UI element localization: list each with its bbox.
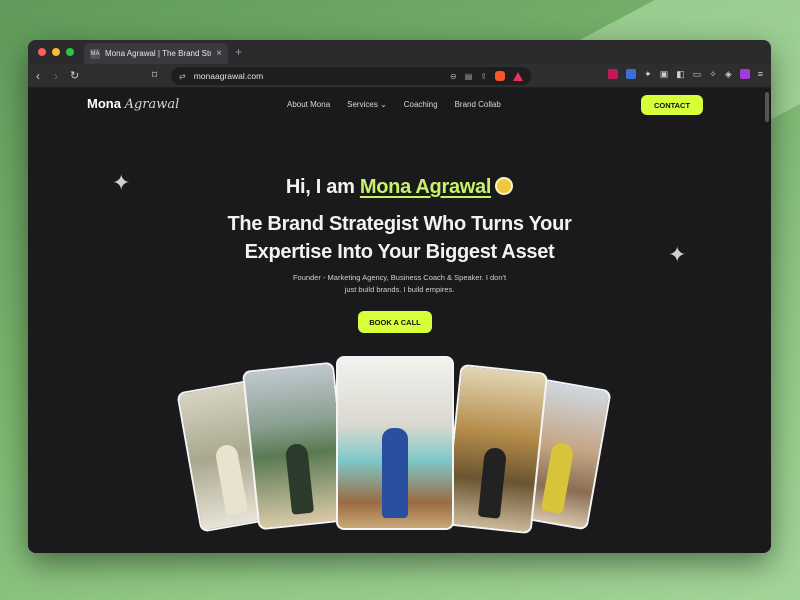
extension-icon-4[interactable] <box>739 69 750 79</box>
gallery-photo-4[interactable] <box>443 363 549 535</box>
nav-about-mona[interactable]: About Mona <box>287 100 330 109</box>
zoom-icon[interactable]: ⊖ <box>450 72 457 81</box>
browser-window: MA Mona Agrawal | The Brand Strategist ×… <box>28 40 771 553</box>
person-figure <box>214 443 249 517</box>
close-window-button[interactable] <box>38 48 46 56</box>
hero-greeting: Hi, I am Mona Agrawal <box>28 176 771 199</box>
contact-button[interactable]: CONTACT <box>641 95 703 115</box>
site-info-icon[interactable]: ⇄ <box>179 72 186 81</box>
back-button[interactable]: ‹ <box>36 68 40 84</box>
forward-button[interactable]: › <box>54 68 58 84</box>
book-a-call-button[interactable]: BOOK A CALL <box>358 311 432 333</box>
headline-line-2: Expertise Into Your Biggest Asset <box>244 241 555 263</box>
tab-title: Mona Agrawal | The Brand Strategist <box>105 49 211 58</box>
gallery-photo-2[interactable] <box>241 361 351 531</box>
person-figure <box>382 428 408 518</box>
brave-shields-icon[interactable] <box>495 71 505 81</box>
nav-brand-collab[interactable]: Brand Collab <box>455 100 501 109</box>
brave-rewards-icon[interactable] <box>513 71 523 81</box>
logo-second-word: Agrawal <box>124 97 180 112</box>
site-nav: About Mona Services ⌄ Coaching Brand Col… <box>287 100 501 109</box>
wave-emoji-icon <box>495 177 514 195</box>
active-tab[interactable]: MA Mona Agrawal | The Brand Strategist × <box>84 43 228 64</box>
extensions-row: ✦ ▣ ◧ ▭ ✧ ◈ ≡ <box>608 69 763 79</box>
extensions-puzzle-icon[interactable]: ✦ <box>644 69 652 79</box>
hero-headline: The Brand Strategist Who Turns Your Expe… <box>28 210 771 266</box>
page-scrollbar[interactable] <box>765 92 769 122</box>
maximize-window-button[interactable] <box>66 48 74 56</box>
subtitle-line-1: Founder - Marketing Agency, Business Coa… <box>292 273 507 282</box>
gallery-photo-3[interactable] <box>336 356 454 530</box>
menu-icon[interactable]: ≡ <box>758 69 763 79</box>
hero-subtitle: Founder - Marketing Agency, Business Coa… <box>273 272 526 296</box>
bookmark-icon[interactable]: ⌑ <box>152 68 157 84</box>
extension-icon-1[interactable] <box>608 69 619 79</box>
vpn-shield-icon[interactable]: ◈ <box>725 69 732 79</box>
leo-ai-icon[interactable]: ✧ <box>709 69 717 79</box>
tab-favicon-icon: MA <box>90 48 100 59</box>
reader-mode-icon[interactable]: ▤ <box>465 72 473 81</box>
web-page: Mona Agrawal About Mona Services ⌄ Coach… <box>28 88 771 553</box>
share-icon[interactable]: ⇪ <box>480 72 487 81</box>
subtitle-line-2: just build brands. I build empires. <box>344 285 455 294</box>
wallet-icon[interactable]: ▭ <box>693 69 702 79</box>
browser-toolbar: ‹ › ↻ ⌑ ⇄ monaagrawal.com ⊖ ▤ ⇪ ✦ ▣ ◧ ▭ … <box>28 64 771 88</box>
logo-first-word: Mona <box>87 96 121 111</box>
person-figure <box>540 441 575 515</box>
hero-name-link[interactable]: Mona Agrawal <box>360 176 492 198</box>
reload-button[interactable]: ↻ <box>70 68 79 84</box>
person-figure <box>284 442 315 515</box>
new-tab-button[interactable]: + <box>235 45 242 59</box>
window-controls <box>38 48 74 56</box>
nav-services[interactable]: Services ⌄ <box>347 100 387 109</box>
headline-line-1: The Brand Strategist Who Turns Your <box>227 213 572 235</box>
close-tab-icon[interactable]: × <box>216 48 222 59</box>
greeting-text: Hi, I am <box>285 176 355 198</box>
person-figure <box>477 446 508 519</box>
tab-bar: MA Mona Agrawal | The Brand Strategist ×… <box>28 40 771 64</box>
sidebar-toggle-icon[interactable]: ◧ <box>676 69 685 79</box>
url-text: monaagrawal.com <box>193 71 264 81</box>
site-logo[interactable]: Mona Agrawal <box>87 96 179 112</box>
extension-icon-3[interactable]: ▣ <box>660 69 669 79</box>
address-bar[interactable]: ⇄ monaagrawal.com ⊖ ▤ ⇪ <box>171 67 531 85</box>
minimize-window-button[interactable] <box>52 48 60 56</box>
nav-coaching[interactable]: Coaching <box>404 100 438 109</box>
extension-icon-2[interactable] <box>626 69 637 79</box>
